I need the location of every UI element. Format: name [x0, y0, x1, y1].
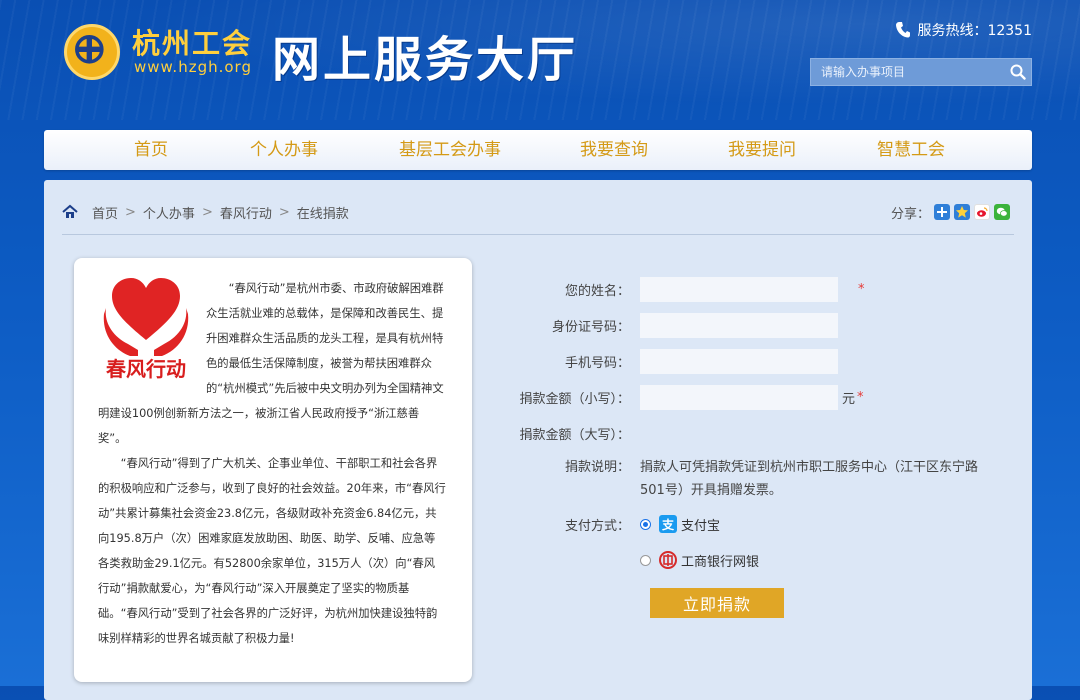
share-bar: 分享：: [891, 202, 1010, 222]
nav-item-home[interactable]: 首页: [134, 130, 168, 170]
intro-text: “春风行动”是杭州市委、市政府破解困难群众生活就业难的总载体，是保障和改善民生、…: [98, 276, 446, 651]
pay-label: 支付方式：: [564, 518, 630, 534]
donate-button[interactable]: 立即捐款: [650, 588, 784, 618]
hotline: 服务热线：12351: [895, 20, 1032, 40]
name-label: 您的姓名：: [564, 283, 630, 299]
intro-card: 春风行动 “春风行动”是杭州市委、市政府破解困难群众生活就业难的总载体，是保障和…: [74, 258, 472, 682]
search-input[interactable]: [811, 59, 1005, 85]
required-mark: *: [857, 389, 864, 405]
breadcrumb-separator: >: [201, 204, 213, 220]
weibo-icon[interactable]: [974, 204, 990, 220]
alipay-icon: 支: [659, 515, 677, 533]
breadcrumb-online-donation: 在线捐款: [296, 206, 349, 222]
share-label: 分享：: [890, 206, 930, 222]
name-field[interactable]: [640, 276, 838, 302]
note-row: 捐款说明： 捐款人可凭捐款凭证到杭州市职工服务中心（江干区东宁路501号）开具捐…: [494, 456, 996, 502]
amount-unit: 元: [842, 391, 856, 407]
main-panel: 首页 > 个人办事 > 春风行动 > 在线捐款 分享： 春风行动 “春风行动”是…: [44, 180, 1032, 700]
required-mark: *: [858, 281, 865, 297]
amount-small-label: 捐款金额（小写）：: [519, 391, 630, 407]
search-box: [810, 58, 1032, 86]
pay-row-icbc: 工商银行网银: [494, 547, 759, 573]
id-row: 身份证号码：: [494, 312, 838, 338]
svg-text:支: 支: [661, 517, 675, 531]
nav-item-personal[interactable]: 个人办事: [250, 130, 318, 170]
search-icon[interactable]: [1005, 59, 1031, 85]
hotline-text: 服务热线：12351: [917, 23, 1032, 39]
phone-label: 手机号码：: [564, 355, 630, 371]
wechat-icon[interactable]: [994, 204, 1010, 220]
breadcrumb-spring-breeze[interactable]: 春风行动: [220, 203, 272, 222]
amount-field[interactable]: [640, 384, 838, 410]
pay-row-alipay: 支付方式： 支 支付宝: [494, 511, 720, 537]
note-text: 捐款人可凭捐款凭证到杭州市职工服务中心（江干区东宁路501号）开具捐赠发票。: [640, 460, 979, 498]
amount-big-row: 捐款金额（大写）：: [494, 420, 640, 446]
name-row: 您的姓名： *: [494, 276, 865, 302]
divider: [62, 234, 1014, 235]
logo-cn-text: 杭州工会: [132, 27, 253, 60]
nav-item-ask[interactable]: 我要提问: [728, 130, 796, 170]
icbc-radio[interactable]: [640, 554, 651, 566]
id-label: 身份证号码：: [551, 319, 630, 335]
breadcrumb-personal[interactable]: 个人办事: [143, 203, 195, 222]
logo-url-text: www.hzgh.org: [134, 58, 252, 76]
main-nav: 首页 个人办事 基层工会办事 我要查询 我要提问 智慧工会: [44, 130, 1032, 170]
amount-big-label: 捐款金额（大写）：: [519, 427, 630, 443]
breadcrumb: 首页 > 个人办事 > 春风行动 > 在线捐款: [62, 202, 349, 222]
breadcrumb-separator: >: [125, 204, 136, 220]
union-emblem-logo: [64, 24, 120, 80]
home-icon[interactable]: [62, 204, 78, 220]
icbc-icon: [659, 551, 677, 569]
phone-icon: [895, 21, 911, 39]
phone-row: 手机号码：: [494, 348, 838, 374]
share-plus-icon[interactable]: [934, 204, 950, 220]
site-title: 网上服务大厅: [272, 32, 579, 88]
id-number-field[interactable]: [640, 312, 838, 338]
qzone-icon[interactable]: [954, 204, 970, 220]
icbc-label[interactable]: 工商银行网银: [681, 551, 759, 570]
amount-small-row: 捐款金额（小写）： 元 *: [494, 384, 864, 410]
nav-item-smart-union[interactable]: 智慧工会: [877, 130, 945, 170]
breadcrumb-home[interactable]: 首页: [92, 203, 118, 222]
alipay-radio[interactable]: [640, 518, 651, 530]
phone-field[interactable]: [640, 348, 838, 374]
alipay-label[interactable]: 支付宝: [681, 515, 720, 534]
header: 杭州工会 www.hzgh.org 网上服务大厅 服务热线：12351: [0, 0, 1080, 120]
nav-item-grassroots[interactable]: 基层工会办事: [399, 130, 501, 170]
intro-paragraph: “春风行动”得到了广大机关、企事业单位、干部职工和社会各界的积极响应和广泛参与，…: [98, 457, 446, 645]
nav-item-query[interactable]: 我要查询: [580, 130, 648, 170]
breadcrumb-separator: >: [278, 204, 290, 220]
note-label: 捐款说明：: [564, 460, 630, 475]
